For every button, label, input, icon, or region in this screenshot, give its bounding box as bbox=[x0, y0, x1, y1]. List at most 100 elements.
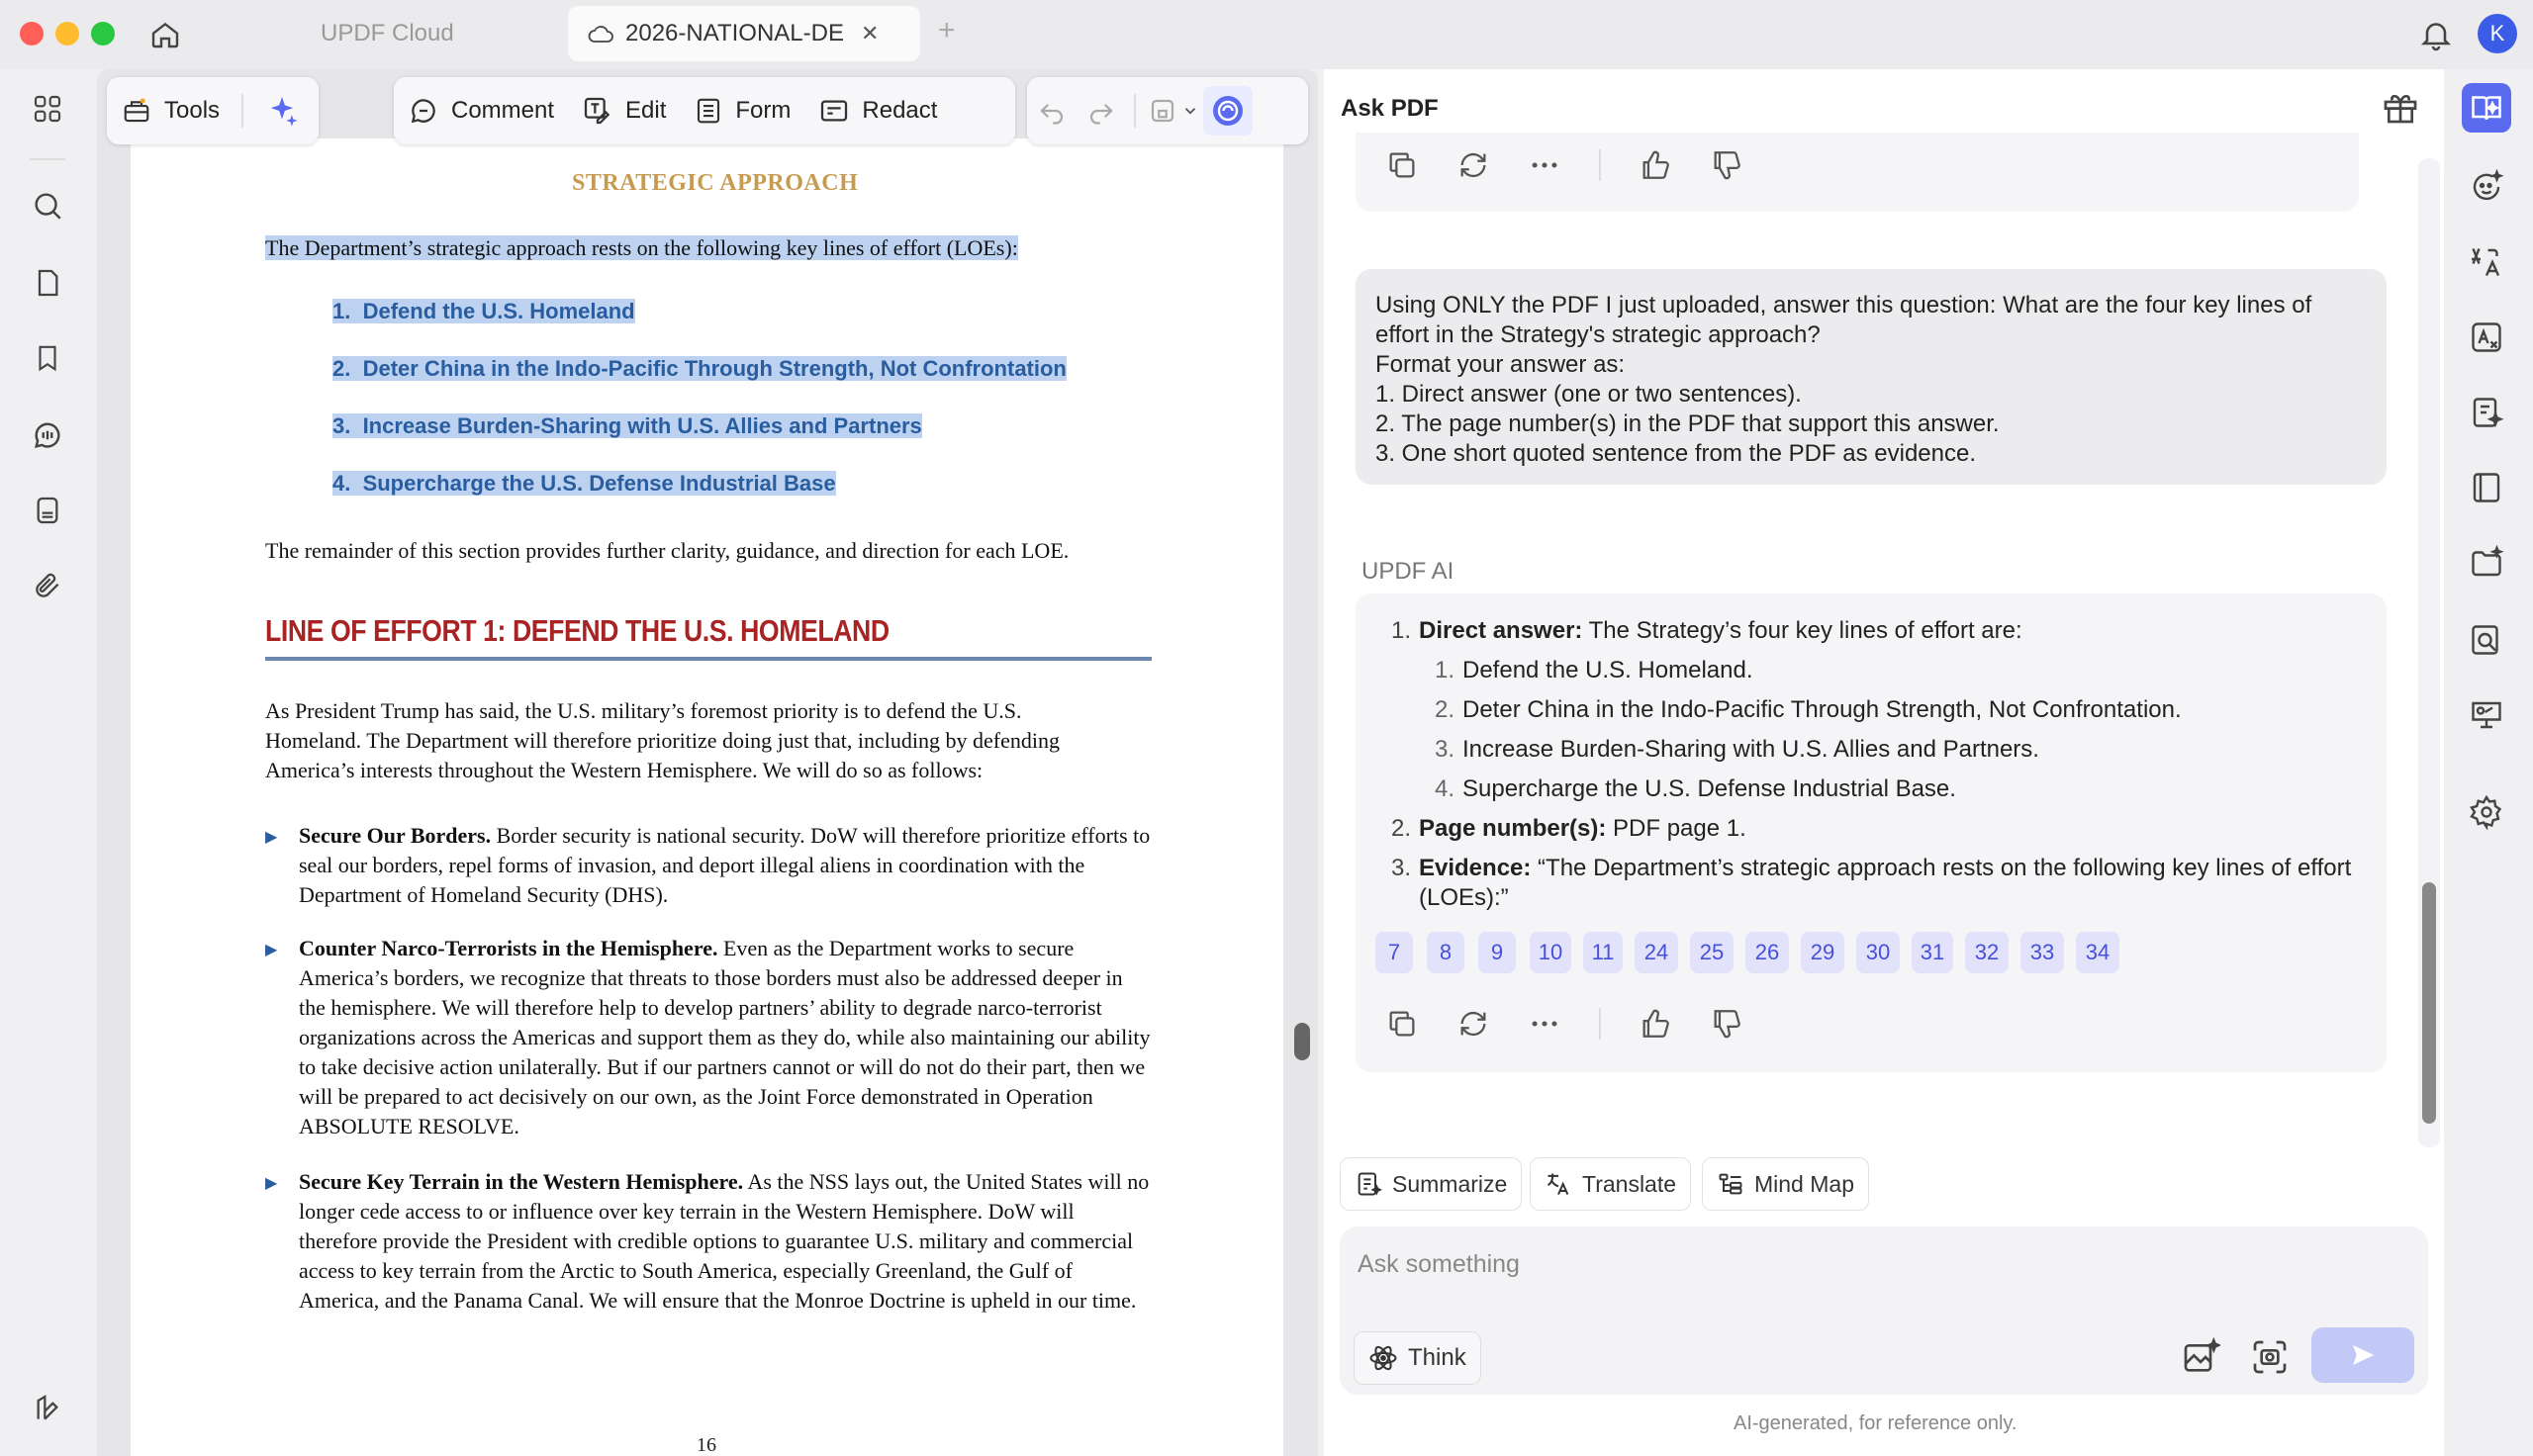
page-chip[interactable]: 31 bbox=[1912, 932, 1953, 973]
answer-subitem-text: Increase Burden-Sharing with U.S. Allies… bbox=[1462, 736, 2039, 763]
sparkle-icon bbox=[265, 94, 299, 128]
page-chip[interactable]: 24 bbox=[1635, 932, 1678, 973]
page-chip[interactable]: 10 bbox=[1530, 932, 1571, 973]
bullet-arrow-icon: ▶ bbox=[265, 829, 278, 846]
comments-icon[interactable] bbox=[24, 411, 71, 459]
pages-icon[interactable] bbox=[24, 259, 71, 307]
search-document-icon[interactable] bbox=[2462, 615, 2511, 665]
tab-updf-cloud[interactable]: UPDF Cloud bbox=[321, 6, 454, 61]
atom-icon bbox=[1368, 1343, 1398, 1373]
ocr-text-icon[interactable] bbox=[2462, 313, 2511, 362]
actions-divider bbox=[1599, 149, 1601, 181]
close-window-button[interactable] bbox=[20, 22, 44, 46]
heading-rule bbox=[265, 657, 1152, 661]
comment-button[interactable]: Comment bbox=[394, 85, 568, 136]
mind-map-label: Mind Map bbox=[1754, 1170, 1854, 1197]
history-toolbar bbox=[1027, 77, 1308, 144]
edit-toolbar: Comment Edit Form Redact bbox=[394, 77, 1015, 144]
thumbs-down-icon[interactable] bbox=[1710, 1007, 1743, 1041]
page-numbers-text: PDF page 1. bbox=[1606, 815, 1746, 842]
redact-label: Redact bbox=[862, 97, 938, 124]
page-chip[interactable]: 30 bbox=[1856, 932, 1900, 973]
ai-answer: 1. Direct answer: The Strategy’s four ke… bbox=[1391, 611, 2371, 913]
document-scrollbar[interactable] bbox=[1294, 1023, 1310, 1060]
answer-subitem: 3. Increase Burden-Sharing with U.S. Alli… bbox=[1391, 730, 2371, 770]
zoom-window-button[interactable] bbox=[91, 22, 115, 46]
think-toggle-button[interactable]: Think bbox=[1354, 1331, 1481, 1385]
image-upload-icon[interactable] bbox=[2181, 1336, 2222, 1382]
close-tab-icon[interactable]: ✕ bbox=[861, 21, 879, 46]
translate-icon[interactable] bbox=[2462, 237, 2511, 287]
section-title: STRATEGIC APPROACH bbox=[572, 170, 859, 196]
translate-button[interactable]: Translate bbox=[1530, 1157, 1692, 1211]
ai-assistant-button[interactable] bbox=[1203, 86, 1253, 136]
avatar[interactable]: K bbox=[2478, 14, 2517, 53]
form-icon bbox=[694, 95, 723, 127]
mind-map-button[interactable]: Mind Map bbox=[1702, 1157, 1869, 1211]
page-chip[interactable]: 8 bbox=[1427, 932, 1464, 973]
redact-button[interactable]: Redact bbox=[804, 85, 951, 136]
ai-chat-icon[interactable] bbox=[2462, 162, 2511, 212]
gift-icon[interactable] bbox=[2381, 87, 2424, 131]
page-chip[interactable]: 33 bbox=[2020, 932, 2064, 973]
redo-icon[interactable] bbox=[1077, 85, 1126, 136]
remainder-paragraph: The remainder of this section provides f… bbox=[265, 538, 1070, 563]
page-chip[interactable]: 7 bbox=[1375, 932, 1413, 973]
bookmark-icon[interactable] bbox=[24, 334, 71, 382]
loe1-paragraph: As President Trump has said, the U.S. mi… bbox=[265, 698, 1060, 782]
regenerate-icon[interactable] bbox=[1456, 1007, 1490, 1041]
page-chip[interactable]: 32 bbox=[1965, 932, 2009, 973]
reader-book-icon[interactable] bbox=[2462, 463, 2511, 512]
sidebar-toggle-icon[interactable] bbox=[24, 1385, 71, 1432]
edit-label: Edit bbox=[625, 97, 667, 124]
send-button[interactable] bbox=[2311, 1327, 2414, 1383]
save-menu-button[interactable] bbox=[1144, 85, 1203, 136]
page-chip[interactable]: 26 bbox=[1745, 932, 1789, 973]
thumbs-up-icon[interactable] bbox=[1639, 148, 1672, 182]
page-chip[interactable]: 9 bbox=[1478, 932, 1516, 973]
ai-document-icon[interactable] bbox=[2462, 388, 2511, 437]
page-number: 16 bbox=[697, 1434, 716, 1456]
home-icon[interactable] bbox=[146, 16, 184, 53]
tools-button[interactable]: Tools bbox=[107, 85, 234, 136]
ai-sparkle-button[interactable] bbox=[251, 85, 313, 136]
summarize-button[interactable]: Summarize bbox=[1340, 1157, 1523, 1211]
presentation-icon[interactable] bbox=[2462, 690, 2511, 740]
bullet-paragraph: Secure Our Borders. Border security is n… bbox=[299, 821, 1152, 910]
paperclip-icon[interactable] bbox=[24, 562, 71, 609]
evidence-text: “The Department’s strategic approach res… bbox=[1419, 855, 2352, 911]
page-chip[interactable]: 34 bbox=[2076, 932, 2119, 973]
new-tab-icon[interactable]: + bbox=[938, 14, 956, 47]
copy-icon[interactable] bbox=[1385, 148, 1419, 182]
search-icon[interactable] bbox=[24, 182, 71, 229]
form-button[interactable]: Form bbox=[680, 85, 804, 136]
summarize-label: Summarize bbox=[1392, 1170, 1508, 1197]
page-chip[interactable]: 11 bbox=[1583, 932, 1623, 973]
page-chip[interactable]: 29 bbox=[1801, 932, 1844, 973]
attachments-file-icon[interactable] bbox=[24, 487, 71, 534]
regenerate-icon[interactable] bbox=[1456, 148, 1490, 182]
apps-grid-icon[interactable] bbox=[24, 85, 71, 133]
page-numbers-label: Page number(s): bbox=[1419, 815, 1607, 842]
tab-document[interactable]: 2026-NATIONAL-DE ✕ bbox=[568, 6, 920, 61]
bell-icon[interactable] bbox=[2418, 16, 2458, 55]
toolbar-divider bbox=[241, 94, 244, 128]
more-icon[interactable] bbox=[1528, 1007, 1561, 1041]
loe-item: 3. Increase Burden-Sharing with U.S. All… bbox=[332, 413, 922, 439]
thumbs-down-icon[interactable] bbox=[1710, 148, 1743, 182]
copy-icon[interactable] bbox=[1385, 1007, 1419, 1041]
screenshot-icon[interactable] bbox=[2250, 1337, 2290, 1382]
undo-icon[interactable] bbox=[1027, 85, 1077, 136]
thumbs-up-icon[interactable] bbox=[1639, 1007, 1672, 1041]
chat-scrollbar[interactable] bbox=[2422, 882, 2436, 1124]
ask-input[interactable] bbox=[1358, 1242, 2248, 1286]
more-icon[interactable] bbox=[1528, 148, 1561, 182]
page-chip[interactable]: 25 bbox=[1690, 932, 1734, 973]
minimize-window-button[interactable] bbox=[55, 22, 79, 46]
ask-pdf-book-icon[interactable] bbox=[2462, 83, 2511, 133]
edit-button[interactable]: Edit bbox=[568, 85, 680, 136]
rail-divider bbox=[30, 158, 65, 160]
folder-icon[interactable] bbox=[2462, 538, 2511, 588]
loe-item: 4. Supercharge the U.S. Defense Industri… bbox=[332, 471, 836, 497]
settings-gear-icon[interactable] bbox=[2462, 787, 2511, 837]
